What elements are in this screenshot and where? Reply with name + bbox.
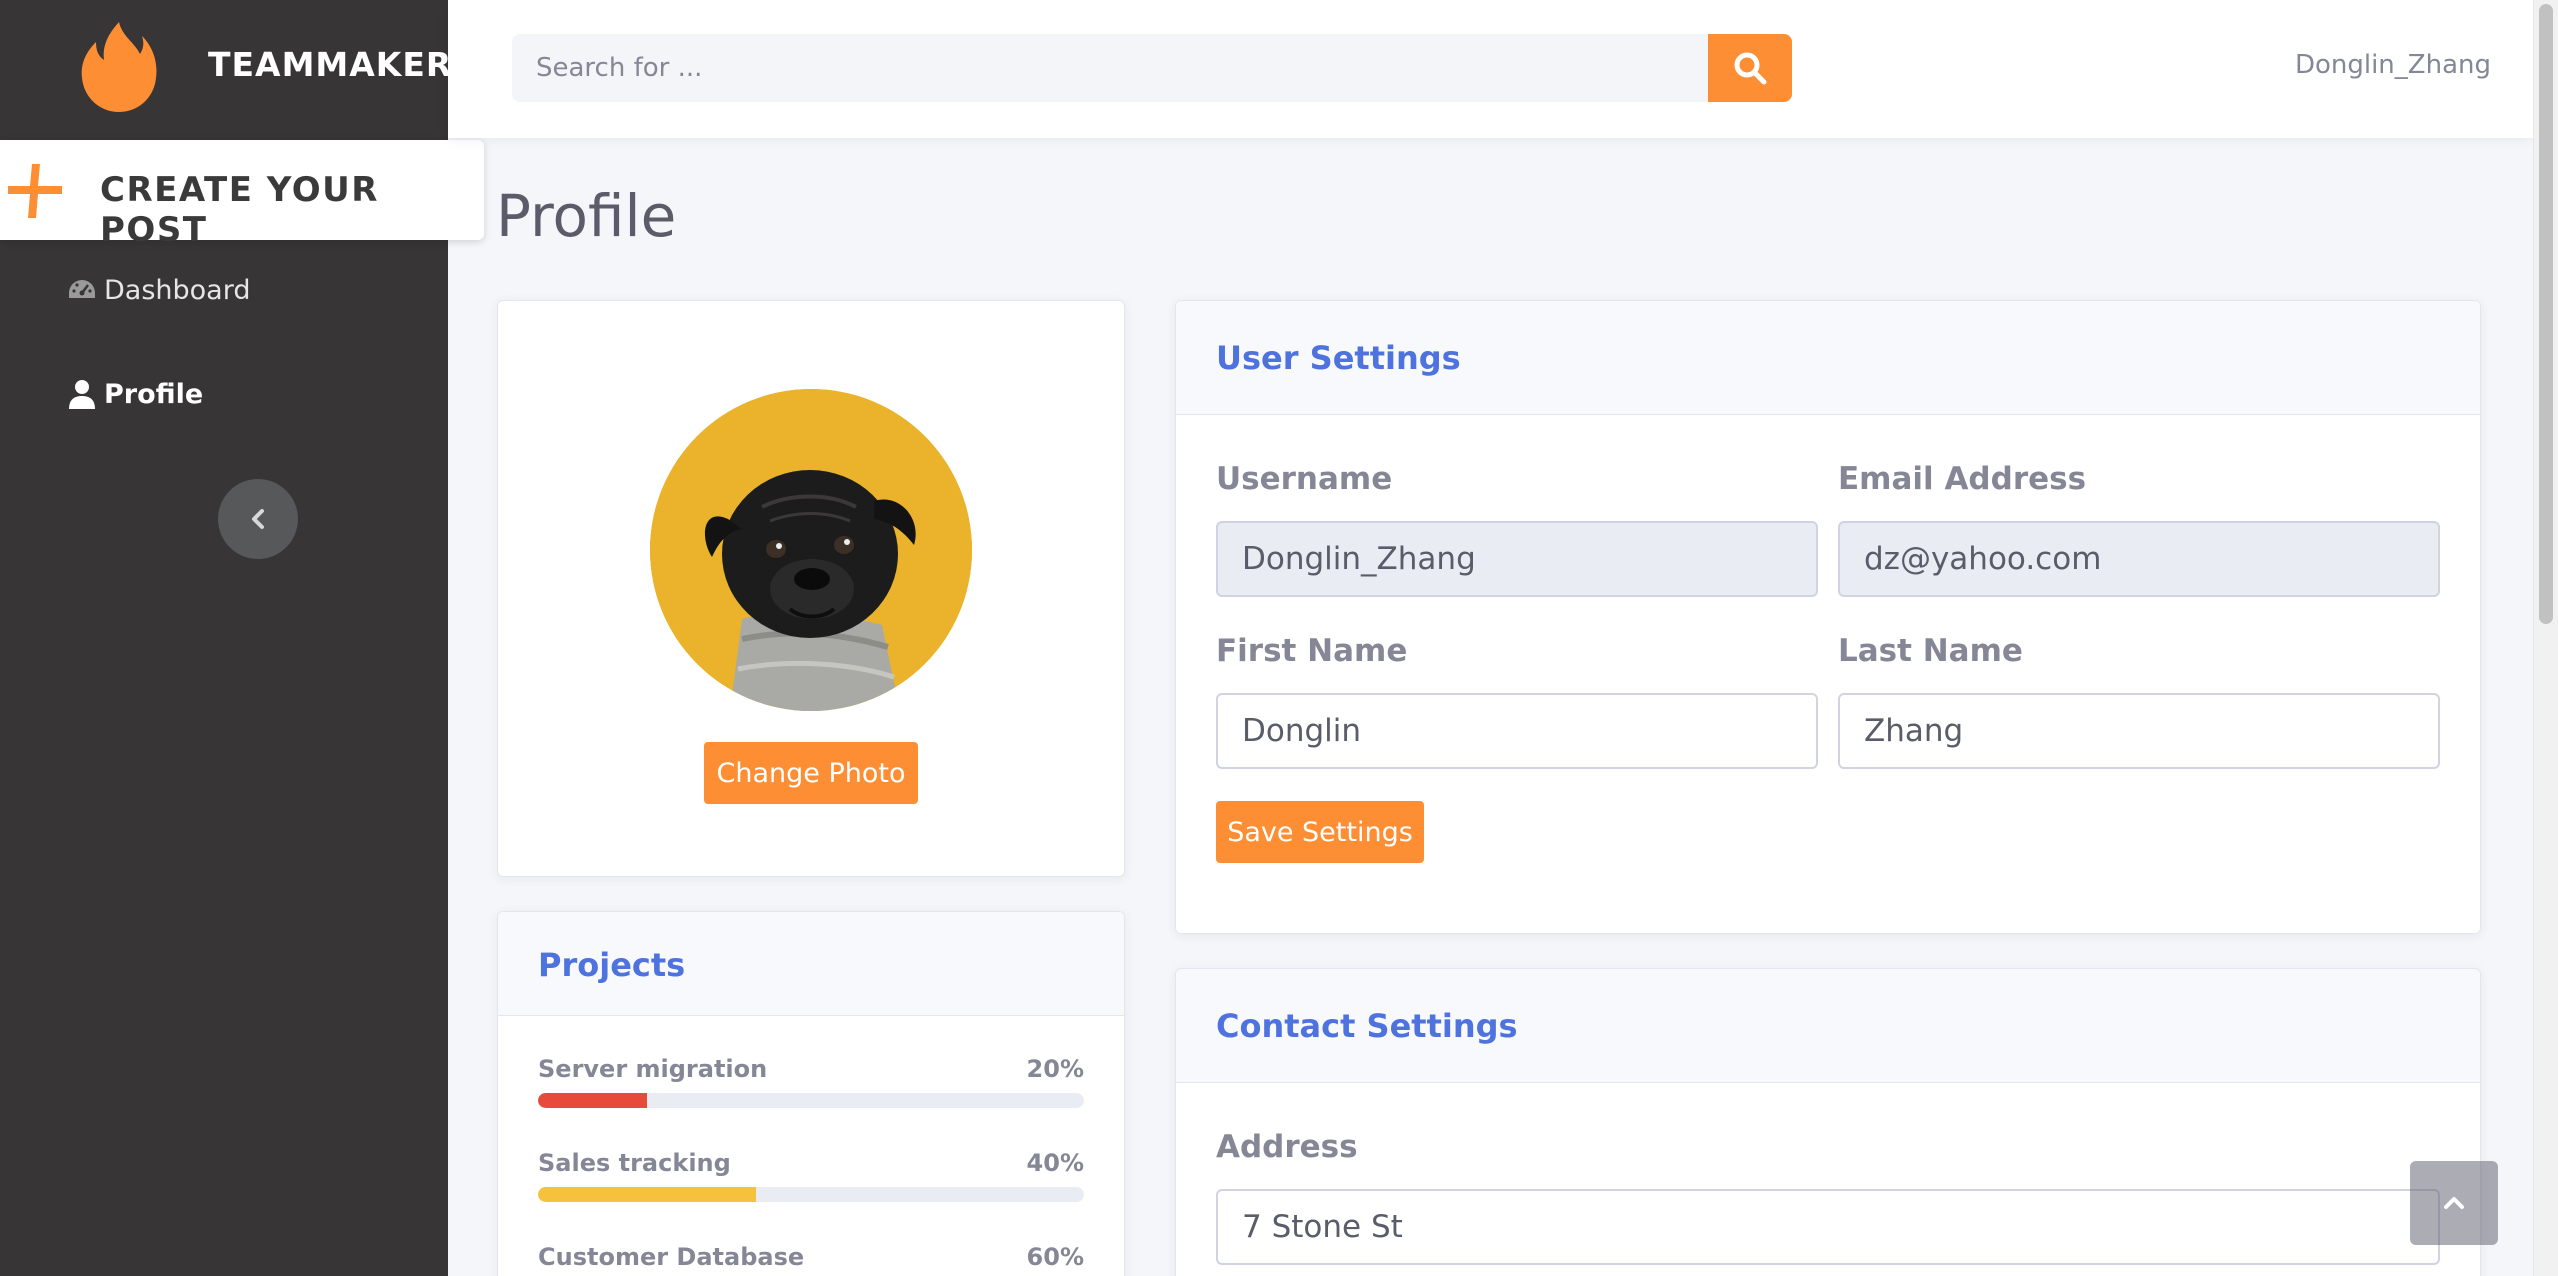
page-title: Profile — [496, 182, 677, 250]
contact-settings-card: Contact Settings Address — [1175, 968, 2481, 1276]
project-name: Sales tracking — [538, 1149, 731, 1177]
search-box — [512, 34, 1792, 102]
user-settings-card: User Settings Username Email Address Fir… — [1175, 300, 2481, 934]
sidebar-item-dashboard[interactable]: Dashboard — [66, 270, 250, 310]
project-progress-bar — [538, 1093, 1084, 1108]
page-scrollbar[interactable] — [2533, 0, 2558, 1276]
username-label: Username — [1216, 461, 1393, 497]
scroll-to-top-button[interactable] — [2410, 1161, 2498, 1245]
create-post-button[interactable]: CREATE YOUR POST — [0, 140, 484, 250]
project-progress-bar — [538, 1187, 1084, 1202]
first-name-label: First Name — [1216, 633, 1408, 669]
sidebar-item-label: Profile — [104, 378, 204, 410]
address-label: Address — [1216, 1129, 1358, 1165]
brand[interactable]: TEAMMAKER — [0, 0, 451, 134]
contact-settings-header: Contact Settings — [1176, 969, 2480, 1083]
user-icon — [69, 380, 95, 409]
project-percent: 60% — [1026, 1243, 1084, 1271]
last-name-label: Last Name — [1838, 633, 2023, 669]
dashboard-icon — [69, 280, 95, 298]
contact-settings-title: Contact Settings — [1216, 1007, 1518, 1045]
plus-icon — [8, 164, 62, 218]
search-input[interactable] — [512, 34, 1707, 102]
email-field[interactable] — [1838, 521, 2440, 597]
first-name-field[interactable] — [1216, 693, 1818, 769]
save-settings-button[interactable]: Save Settings — [1216, 801, 1424, 863]
sidebar-collapse-button[interactable] — [218, 479, 298, 559]
scrollbar-thumb[interactable] — [2539, 4, 2553, 624]
chevron-left-icon — [252, 509, 264, 529]
project-name: Server migration — [538, 1055, 768, 1083]
project-name: Customer Database — [538, 1243, 805, 1271]
profile-photo-card: Change Photo — [497, 300, 1125, 877]
sidebar: TEAMMAKER CREATE YOUR POST Dashboard Pro… — [0, 0, 484, 1276]
user-menu[interactable]: Donglin_Zhang — [2295, 50, 2491, 80]
last-name-field[interactable] — [1838, 693, 2440, 769]
user-settings-title: User Settings — [1216, 339, 1461, 377]
address-field[interactable] — [1216, 1189, 2440, 1265]
projects-card: Projects Server migration 20% Sales trac… — [497, 911, 1125, 1276]
topbar: Donglin_Zhang — [448, 0, 2533, 138]
search-icon — [1734, 52, 1767, 85]
change-photo-button[interactable]: Change Photo — [704, 742, 918, 804]
sidebar-item-profile[interactable]: Profile — [66, 374, 203, 414]
projects-title: Projects — [538, 946, 686, 984]
project-progress-fill — [538, 1093, 648, 1108]
avatar — [650, 389, 972, 711]
project-percent: 40% — [1026, 1149, 1084, 1177]
flame-icon — [81, 22, 157, 112]
chevron-up-icon — [2444, 1197, 2464, 1209]
email-label: Email Address — [1838, 461, 2087, 497]
search-button[interactable] — [1708, 34, 1792, 102]
brand-name: TEAMMAKER — [208, 45, 453, 84]
projects-card-header: Projects — [498, 912, 1124, 1016]
project-progress-fill — [538, 1187, 757, 1202]
sidebar-item-label: Dashboard — [104, 274, 251, 306]
create-post-label: CREATE YOUR POST — [100, 170, 379, 250]
project-percent: 20% — [1026, 1055, 1084, 1083]
username-field[interactable] — [1216, 521, 1818, 597]
user-settings-header: User Settings — [1176, 301, 2480, 415]
pug-image — [650, 389, 972, 711]
